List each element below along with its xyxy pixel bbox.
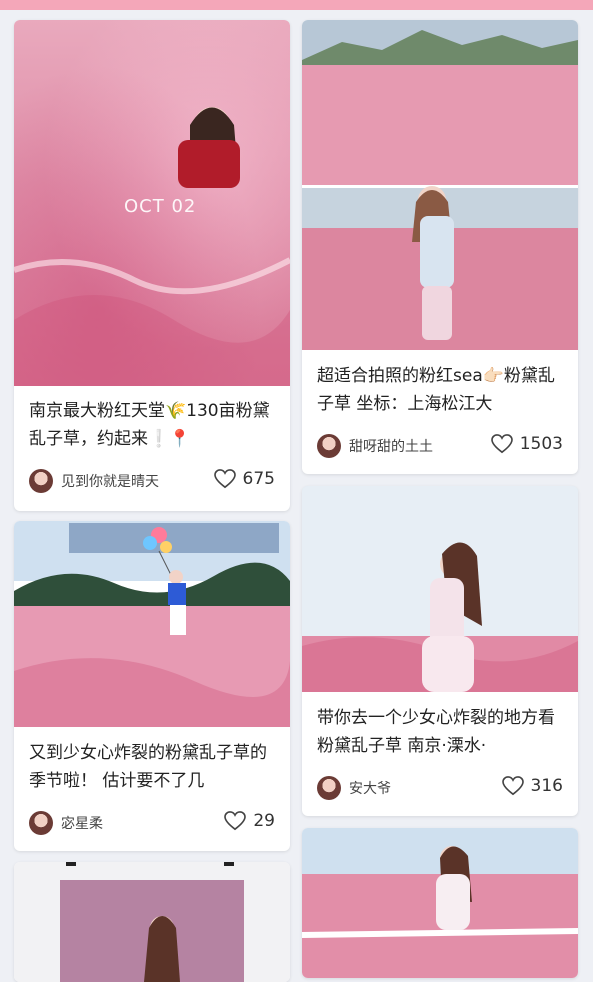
card-3-title[interactable]: 又到少女心炸裂的粉黛乱子草的季节啦！ 估计要不了几 [29,739,275,795]
girl-in-white-dress-photo [302,828,578,978]
card-3-author[interactable]: 宓星柔 [29,811,103,835]
card-6-photo[interactable] [302,828,578,978]
card-2-author[interactable]: 甜呀甜的土土 [317,434,433,458]
card-4-photo[interactable] [302,486,578,692]
card-3-photo[interactable] [14,521,290,727]
feed-card-6[interactable] [302,828,578,978]
feed-card-5[interactable] [14,862,290,982]
heart-outline-icon[interactable] [213,469,236,489]
girl-in-pink-grass-photo [302,486,578,692]
date-stamp-overlay: OCT 02 [124,196,197,217]
card-4-title[interactable]: 带你去一个少女心炸裂的地方看粉黛乱子草 南京·溧水· [317,704,563,760]
avatar[interactable] [29,469,53,493]
feed-card-4[interactable]: 带你去一个少女心炸裂的地方看粉黛乱子草 南京·溧水· 安大爷 316 [302,486,578,816]
avatar[interactable] [317,776,341,800]
top-accent-bar [0,0,593,10]
like-count: 316 [530,776,563,796]
card-4-author[interactable]: 安大爷 [317,776,391,800]
avatar[interactable] [317,434,341,458]
balloon-field-photo [14,521,290,727]
like-count: 675 [242,469,275,489]
heart-outline-icon[interactable] [490,434,513,454]
author-name[interactable]: 甜呀甜的土土 [349,436,433,456]
card-2-title[interactable]: 超适合拍照的粉红sea👉🏻粉黛乱子草 坐标：上海松江大 [317,362,563,418]
like-count: 1503 [519,434,563,454]
author-name[interactable]: 安大爷 [349,778,391,798]
card-1-likes[interactable]: 675 [213,469,275,489]
like-count: 29 [253,811,275,831]
feed-card-2[interactable]: 超适合拍照的粉红sea👉🏻粉黛乱子草 坐标：上海松江大 甜呀甜的土土 1503 [302,20,578,474]
card-5-photo[interactable] [14,862,290,982]
card-2-photo[interactable] [302,20,578,350]
card-1-photo[interactable]: OCT 02 [14,20,290,386]
avatar[interactable] [29,811,53,835]
author-name[interactable]: 宓星柔 [61,813,103,833]
card-3-likes[interactable]: 29 [224,811,275,831]
author-name[interactable]: 见到你就是晴天 [61,471,159,491]
card-1-title[interactable]: 南京最大粉红天堂🌾130亩粉黛乱子草，约起来❕📍 [29,397,275,453]
card-4-likes[interactable]: 316 [501,776,563,796]
card-2-likes[interactable]: 1503 [490,434,563,454]
feed-card-3[interactable]: 又到少女心炸裂的粉黛乱子草的季节啦！ 估计要不了几 宓星柔 29 [14,521,290,851]
framed-portrait-photo [14,862,290,982]
heart-outline-icon[interactable] [501,776,524,796]
pink-grass-collage-photo [302,20,578,350]
feed-card-1[interactable]: OCT 02 南京最大粉红天堂🌾130亩粉黛乱子草，约起来❕📍 见到你就是晴天 … [14,20,290,511]
heart-outline-icon[interactable] [224,811,247,831]
card-1-author[interactable]: 见到你就是晴天 [29,469,159,493]
